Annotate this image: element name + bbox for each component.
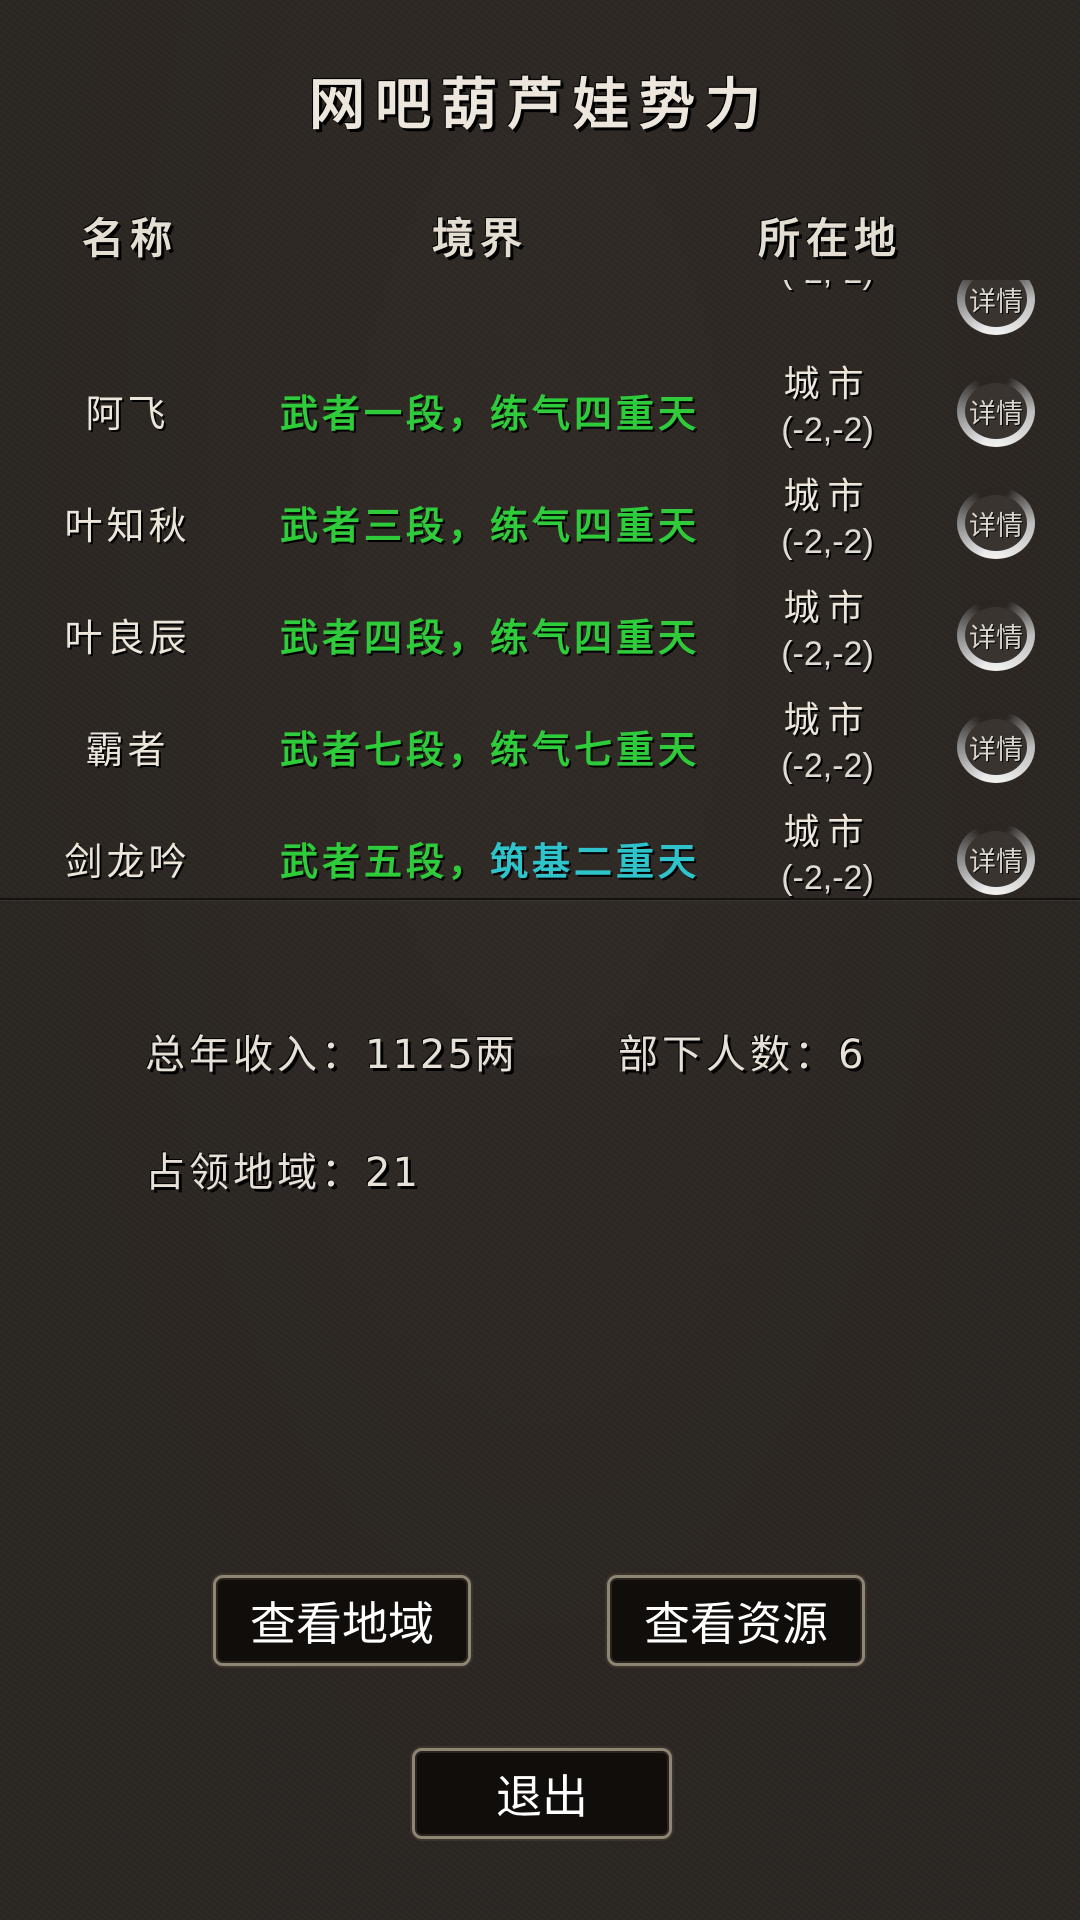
member-location: 城市 (-2,-2) (735, 362, 920, 458)
details-button[interactable]: 详情 (957, 823, 1035, 895)
member-location: 城市 (-2,-2) (735, 810, 920, 898)
member-row: 剑龙吟 武者五段， 筑基二重天 城市 (-2,-2) 详情 (0, 802, 1080, 898)
martial-rank: 武者七段， (279, 726, 490, 772)
member-location: 城市 (-2,-2) (735, 698, 920, 794)
member-row: (-2,-2) 详情 (0, 280, 1080, 354)
page-title: 网吧葫芦娃势力 (309, 72, 771, 138)
details-button[interactable]: 详情 (957, 280, 1035, 335)
location-coordinates: (-2,-2) (781, 859, 874, 897)
view-territory-button[interactable]: 查看地域 (213, 1575, 471, 1666)
martial-rank: 武者五段， (279, 838, 490, 884)
member-list[interactable]: (-2,-2)详情阿飞武者一段，练气四重天城市(-2,-2)详情叶知秋武者三段，… (0, 280, 1080, 898)
details-button-label: 详情 (969, 734, 1023, 766)
member-realm: 武者三段， 练气四重天 (250, 466, 730, 578)
details-button[interactable]: 详情 (957, 487, 1035, 559)
location-coordinates: (-2,-2) (735, 280, 920, 294)
member-name: 剑龙吟 (64, 839, 191, 884)
member-location: (-2,-2) (735, 280, 920, 346)
member-realm: 武者四段， 练气四重天 (250, 578, 730, 690)
details-button[interactable]: 详情 (957, 711, 1035, 783)
member-location: 城市 (-2,-2) (735, 474, 920, 570)
member-list-content: (-2,-2)详情阿飞武者一段，练气四重天城市(-2,-2)详情叶知秋武者三段，… (0, 280, 1080, 898)
member-name: 叶良辰 (64, 615, 191, 660)
column-header-realm: 境界 (431, 214, 528, 263)
member-realm (250, 280, 730, 354)
member-realm: 武者五段， 筑基二重天 (250, 802, 730, 898)
member-row: 叶良辰 武者四段， 练气四重天 城市 (-2,-2) 详情 (0, 578, 1080, 690)
cultivation-rank: 练气四重天 (490, 390, 701, 436)
territory-count-stat: 占领地域：21 (145, 1140, 420, 1198)
member-count-value: 6 (838, 1032, 866, 1078)
member-name: 叶知秋 (64, 503, 191, 548)
cultivation-rank: 练气七重天 (490, 726, 701, 772)
cultivation-rank: 筑基二重天 (490, 838, 701, 884)
details-button-label: 详情 (969, 286, 1023, 318)
territory-count-label: 占领地域： (145, 1150, 365, 1196)
location-coordinates: (-2,-2) (781, 523, 874, 561)
cultivation-rank: 练气四重天 (490, 614, 701, 660)
martial-rank: 武者一段， (279, 390, 490, 436)
martial-rank: 武者三段， (279, 502, 490, 548)
location-name: 城市 (783, 476, 872, 517)
location-name: 城市 (783, 812, 872, 853)
member-row: 霸者 武者七段， 练气七重天 城市 (-2,-2) 详情 (0, 690, 1080, 802)
location-name: 城市 (783, 364, 872, 405)
member-row: 叶知秋 武者三段， 练气四重天 城市 (-2,-2) 详情 (0, 466, 1080, 578)
location-name: 城市 (783, 588, 872, 629)
details-button-label: 详情 (969, 398, 1023, 430)
details-button[interactable]: 详情 (957, 599, 1035, 671)
annual-income-label: 总年收入： (145, 1032, 365, 1078)
member-name: 阿飞 (85, 391, 170, 436)
location-coordinates: (-2,-2) (781, 747, 874, 785)
annual-income-stat: 总年收入：1125两 (145, 1022, 517, 1080)
column-header-location: 所在地 (757, 214, 902, 263)
column-header-name: 名称 (81, 214, 178, 263)
location-coordinates: (-2,-2) (781, 411, 874, 449)
member-realm: 武者七段， 练气七重天 (250, 690, 730, 802)
territory-count-value: 21 (365, 1150, 420, 1196)
exit-button[interactable]: 退出 (412, 1748, 672, 1839)
member-name: 霸者 (85, 727, 170, 772)
list-divider (0, 898, 1080, 901)
cultivation-rank: 练气四重天 (490, 502, 701, 548)
details-button-label: 详情 (969, 846, 1023, 878)
location-name: 城市 (783, 700, 872, 741)
member-name (40, 280, 215, 354)
member-count-label: 部下人数： (618, 1032, 838, 1078)
details-button[interactable]: 详情 (957, 375, 1035, 447)
martial-rank: 武者四段， (279, 614, 490, 660)
member-location: 城市 (-2,-2) (735, 586, 920, 682)
member-count-stat: 部下人数：6 (618, 1022, 865, 1080)
view-resources-button[interactable]: 查看资源 (607, 1575, 865, 1666)
member-realm: 武者一段， 练气四重天 (250, 354, 730, 466)
annual-income-value: 1125两 (365, 1032, 517, 1078)
location-coordinates: (-2,-2) (781, 635, 874, 673)
details-button-label: 详情 (969, 510, 1023, 542)
details-button-label: 详情 (969, 622, 1023, 654)
member-row: 阿飞 武者一段， 练气四重天 城市 (-2,-2) 详情 (0, 354, 1080, 466)
